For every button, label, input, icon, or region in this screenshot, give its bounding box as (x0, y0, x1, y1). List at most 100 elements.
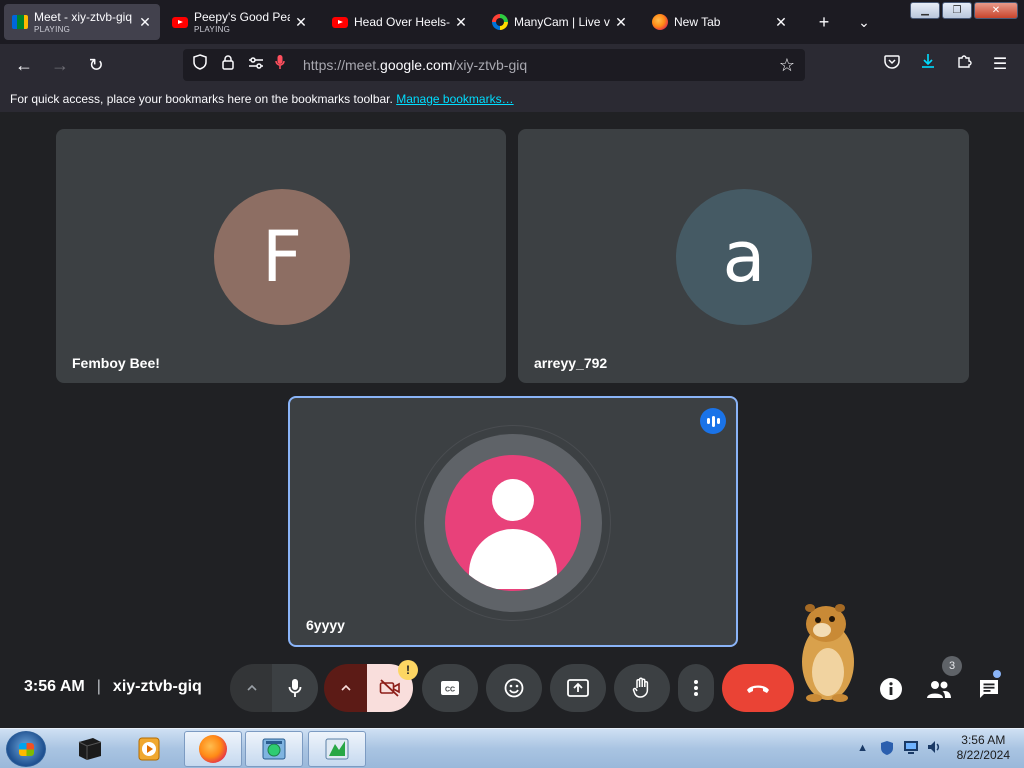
url-text: https://meet.google.com/xiy-ztvb-giq (303, 57, 528, 73)
participant-tile-speaking[interactable]: 6yyyy (288, 396, 738, 647)
tab-peepy[interactable]: Peepy's Good Peanut PLAYING ✕ (164, 4, 316, 40)
shield-tray-icon[interactable] (879, 740, 895, 756)
tab-new-tab[interactable]: New Tab ✕ (644, 4, 796, 40)
manycam-icon (492, 14, 508, 30)
reload-icon[interactable]: ↻ (84, 53, 108, 77)
browser-tab-strip: Meet - xiy-ztvb-giq PLAYING ✕ Peepy's Go… (0, 0, 1024, 44)
bookmark-star-icon[interactable]: ☆ (775, 53, 799, 77)
app-window-icon (262, 738, 286, 760)
pocket-icon[interactable] (880, 53, 904, 77)
tab-title: New Tab (674, 15, 721, 29)
minimize-icon[interactable]: ▁ (910, 2, 940, 19)
window-close-icon[interactable]: ✕ (974, 2, 1018, 19)
bookmarks-hint-text: For quick access, place your bookmarks h… (10, 92, 393, 106)
downloads-icon[interactable] (916, 53, 940, 77)
raise-hand-button[interactable] (614, 664, 670, 712)
chevron-up-icon (247, 684, 257, 691)
network-monitor-icon[interactable] (903, 740, 919, 756)
green-app-icon (325, 738, 349, 760)
forward-arrow-icon[interactable]: → (48, 53, 72, 77)
youtube-icon (172, 14, 188, 30)
new-tab-plus-icon[interactable]: + (812, 10, 836, 34)
taskbar-manycam[interactable] (245, 731, 303, 767)
reactions-button[interactable] (486, 664, 542, 712)
tab-title: ManyCam | Live vid (514, 15, 610, 29)
divider: | (96, 678, 101, 695)
svg-text:CC: CC (445, 687, 455, 694)
close-tab-icon[interactable]: ✕ (294, 14, 308, 31)
hang-up-phone-icon (747, 685, 769, 693)
list-tabs-chevron-icon[interactable]: ⌄ (852, 10, 876, 34)
participant-name: Femboy Bee! (72, 355, 160, 371)
black-cube-app-icon (78, 738, 102, 760)
tab-playing-label: PLAYING (34, 25, 71, 34)
participant-name: arreyy_792 (534, 355, 608, 371)
back-arrow-icon[interactable]: ← (12, 53, 36, 77)
navigation-toolbar: ← → ↻ https://meet.google.com/xiy-ztvb-g… (0, 44, 1024, 86)
tracking-shield-icon[interactable] (189, 54, 211, 76)
avatar: a (676, 189, 812, 325)
participant-tile[interactable]: F Femboy Bee! (56, 129, 506, 383)
more-vertical-icon (694, 680, 698, 696)
taskbar-firefox[interactable] (184, 731, 242, 767)
bookmarks-toolbar: For quick access, place your bookmarks h… (0, 86, 1024, 112)
present-screen-icon (567, 679, 589, 697)
leave-call-button[interactable] (722, 664, 794, 712)
microphone-in-use-icon[interactable] (269, 54, 291, 76)
tab-manycam[interactable]: ManyCam | Live vid ✕ (484, 4, 636, 40)
more-options-button[interactable] (678, 664, 714, 712)
microphone-button[interactable] (272, 664, 318, 712)
people-icon[interactable] (926, 676, 952, 702)
tab-head-over-heels[interactable]: Head Over Heels- T ✕ (324, 4, 476, 40)
chat-notification-dot (993, 670, 1001, 678)
taskbar-app-cube[interactable] (60, 731, 118, 767)
microphone-icon (288, 679, 302, 697)
start-button-windows-icon[interactable] (6, 731, 46, 767)
chevron-up-icon (341, 684, 351, 691)
permissions-icon[interactable] (245, 54, 267, 76)
firefox-icon (652, 14, 668, 30)
address-bar[interactable]: https://meet.google.com/xiy-ztvb-giq ☆ (183, 49, 805, 81)
captions-button[interactable]: CC (422, 664, 478, 712)
taskbar-app-chart[interactable] (308, 731, 366, 767)
tab-playing-label: PLAYING (194, 25, 231, 34)
present-screen-button[interactable] (550, 664, 606, 712)
taskbar-clock[interactable]: 3:56 AM 8/22/2024 (957, 733, 1010, 763)
window-controls: ▁ ❐ ✕ (910, 2, 1018, 19)
people-count-badge: 3 (942, 656, 962, 676)
media-player-icon (138, 737, 160, 761)
show-hidden-icons-chevron-icon[interactable]: ▲ (855, 740, 871, 756)
closed-captions-icon: CC (441, 681, 459, 695)
avatar: F (214, 189, 350, 325)
close-tab-icon[interactable]: ✕ (774, 14, 788, 31)
maximize-icon[interactable]: ❐ (942, 2, 972, 19)
meet-call-view: F Femboy Bee! a arreyy_792 6yyyy 3:56 AM… (0, 112, 1024, 728)
meeting-details-info-icon[interactable] (878, 676, 904, 702)
tab-title: Head Over Heels- T (354, 15, 450, 29)
lock-icon[interactable] (217, 54, 239, 76)
avatar-ring (424, 434, 602, 612)
close-tab-icon[interactable]: ✕ (138, 14, 152, 31)
tab-meet[interactable]: Meet - xiy-ztvb-giq PLAYING ✕ (4, 4, 160, 40)
taskbar-date: 8/22/2024 (956, 748, 1010, 762)
volume-speaker-icon[interactable] (927, 740, 943, 756)
speaking-indicator-icon (700, 408, 726, 434)
meeting-time: 3:56 AM (24, 678, 85, 695)
audio-options-button[interactable] (230, 664, 274, 712)
system-tray: ▲ 3:56 AM 8/22/2024 (855, 733, 1010, 763)
taskbar-time: 3:56 AM (961, 733, 1006, 747)
close-tab-icon[interactable]: ✕ (454, 14, 468, 31)
emoji-smile-icon (504, 678, 524, 698)
close-tab-icon[interactable]: ✕ (614, 14, 628, 31)
tab-title: Peepy's Good Peanut (194, 10, 290, 24)
chat-icon[interactable] (976, 676, 1002, 702)
participant-name: 6yyyy (306, 617, 345, 633)
participant-tile[interactable]: a arreyy_792 (518, 129, 969, 383)
hamburger-menu-icon[interactable]: ☰ (988, 53, 1012, 77)
extensions-puzzle-icon[interactable] (952, 53, 976, 77)
manage-bookmarks-link[interactable]: Manage bookmarks… (396, 92, 513, 106)
camera-off-icon (379, 679, 400, 697)
video-options-button[interactable] (324, 664, 368, 712)
youtube-icon (332, 14, 348, 30)
taskbar-media-player[interactable] (120, 731, 178, 767)
